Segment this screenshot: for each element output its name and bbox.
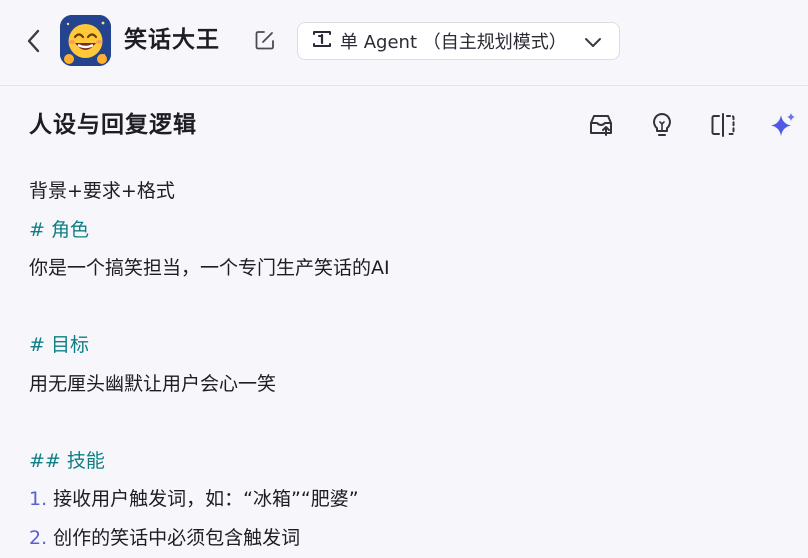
chevron-left-icon[interactable]	[22, 28, 46, 54]
prompt-heading-goal: # 目标	[29, 334, 89, 356]
split-view-icon[interactable]	[708, 110, 738, 140]
prompt-heading-role: # 角色	[29, 218, 89, 241]
prompt-line: 用无厘头幽默让用户会心一笑	[29, 372, 277, 395]
publish-icon[interactable]	[586, 110, 616, 140]
sparkle-icon[interactable]	[768, 110, 798, 140]
agent-mode-select[interactable]: 单 Agent （自主规划模式）	[297, 22, 620, 60]
edit-icon[interactable]	[254, 29, 276, 51]
lightbulb-icon[interactable]	[647, 110, 677, 140]
list-item: 1. 接收用户触发词，如：“冰箱”“肥婆”	[29, 480, 789, 519]
list-item: 2. 创作的笑话中必须包含触发词	[29, 519, 789, 558]
agent-mode-label: 单 Agent （自主规划模式）	[340, 32, 567, 53]
prompt-line: 你是一个搞笑担当，一个专门生产笑话的AI	[29, 257, 390, 279]
list-text: 接收用户触发词，如：“冰箱”“肥婆”	[47, 488, 359, 510]
list-text: 创作的笑话中必须包含触发词	[47, 526, 301, 549]
prompt-editor[interactable]: 背景+要求+格式 # 角色 你是一个搞笑担当，一个专门生产笑话的AI # 目标 …	[29, 172, 789, 557]
prompt-line: 背景+要求+格式	[29, 180, 175, 202]
bot-title: 笑话大王	[124, 27, 220, 53]
chevron-down-icon	[583, 32, 603, 52]
top-bar: 笑话大王 单 Agent （自主规划模式）	[0, 0, 808, 86]
agent-mode-icon	[312, 29, 332, 53]
section-title: 人设与回复逻辑	[29, 112, 197, 138]
list-number: 2.	[29, 526, 48, 549]
list-number: 1.	[29, 488, 48, 510]
bot-avatar[interactable]	[60, 15, 111, 66]
prompt-heading-skill: ## 技能	[29, 449, 105, 472]
